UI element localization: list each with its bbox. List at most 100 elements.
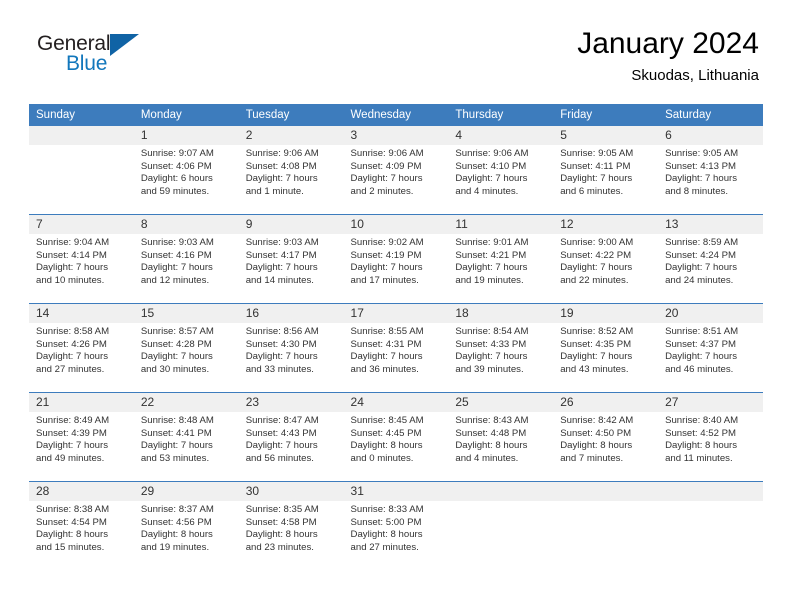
day-details: Sunrise: 9:03 AM Sunset: 4:16 PM Daylight:…	[134, 234, 239, 287]
sunrise-text: Sunrise: 9:07 AM	[140, 148, 214, 159]
sunset-text: Sunset: 4:26 PM	[36, 338, 107, 350]
calendar-cell-inner	[553, 482, 659, 570]
daylight-text-line2: and 43 minutes.	[560, 363, 629, 375]
calendar-cell-empty	[448, 481, 554, 570]
sunrise-text: Sunrise: 8:45 AM	[350, 415, 424, 426]
daylight-text-line2: and 27 minutes.	[350, 541, 419, 553]
day-details: Sunrise: 8:52 AM Sunset: 4:35 PM Daylight:…	[553, 323, 658, 376]
sunset-text: Sunset: 4:58 PM	[245, 516, 317, 528]
sunset-text: Sunset: 4:52 PM	[665, 427, 736, 439]
calendar-day-cell[interactable]: 17 Sunrise: 8:55 AM Sunset: 4:31 PM Dayligh…	[343, 303, 449, 393]
calendar-day-cell[interactable]: 5 Sunrise: 9:05 AM Sunset: 4:11 PM Daylight…	[553, 125, 659, 215]
calendar-day-cell[interactable]: 20 Sunrise: 8:51 AM Sunset: 4:37 PM Dayligh…	[658, 303, 763, 393]
sunrise-text: Sunrise: 9:06 AM	[455, 148, 529, 159]
calendar-cell-inner	[448, 482, 554, 570]
calendar-day-cell[interactable]: 23 Sunrise: 8:47 AM Sunset: 4:43 PM Dayligh…	[238, 392, 344, 482]
day-number: 16	[238, 304, 344, 323]
day-details: Sunrise: 9:06 AM Sunset: 4:10 PM Daylight:…	[448, 145, 553, 198]
sunset-text: Sunset: 4:54 PM	[36, 516, 107, 528]
weekday-header-friday: Friday	[553, 104, 659, 126]
daylight-text-line2: and 14 minutes.	[245, 274, 314, 286]
day-details: Sunrise: 9:02 AM Sunset: 4:19 PM Daylight:…	[344, 234, 449, 287]
day-number: 26	[553, 393, 659, 412]
calendar-day-cell[interactable]: 8 Sunrise: 9:03 AM Sunset: 4:16 PM Daylight…	[133, 214, 239, 304]
day-details: Sunrise: 9:06 AM Sunset: 4:09 PM Daylight:…	[344, 145, 449, 198]
calendar-day-cell[interactable]: 1 Sunrise: 9:07 AM Sunset: 4:06 PM Daylight…	[133, 125, 239, 215]
calendar-day-cell[interactable]: 13 Sunrise: 8:59 AM Sunset: 4:24 PM Dayligh…	[658, 214, 763, 304]
sunrise-text: Sunrise: 9:03 AM	[140, 237, 214, 248]
calendar-day-cell[interactable]: 28 Sunrise: 8:38 AM Sunset: 4:54 PM Dayligh…	[29, 481, 134, 570]
sunrise-text: Sunrise: 9:04 AM	[36, 237, 110, 248]
daylight-text-line1: Daylight: 7 hours	[560, 351, 633, 363]
calendar-day-cell[interactable]: 15 Sunrise: 8:57 AM Sunset: 4:28 PM Dayligh…	[133, 303, 239, 393]
calendar-day-cell[interactable]: 12 Sunrise: 9:00 AM Sunset: 4:22 PM Dayligh…	[553, 214, 659, 304]
daylight-text-line2: and 4 minutes.	[455, 185, 519, 197]
page-subtitle: Skuodas, Lithuania	[631, 67, 759, 84]
daylight-text-line1: Daylight: 7 hours	[560, 173, 633, 185]
calendar-day-cell[interactable]: 31 Sunrise: 8:33 AM Sunset: 5:00 PM Dayligh…	[343, 481, 449, 570]
calendar-day-cell[interactable]: 21 Sunrise: 8:49 AM Sunset: 4:39 PM Dayligh…	[29, 392, 134, 482]
calendar-cell-inner: 23 Sunrise: 8:47 AM Sunset: 4:43 PM Dayligh…	[238, 393, 344, 481]
calendar-day-cell[interactable]: 27 Sunrise: 8:40 AM Sunset: 4:52 PM Dayligh…	[658, 392, 763, 482]
calendar-day-cell[interactable]: 2 Sunrise: 9:06 AM Sunset: 4:08 PM Daylight…	[238, 125, 344, 215]
daylight-text-line2: and 49 minutes.	[36, 452, 105, 464]
calendar-day-cell[interactable]: 11 Sunrise: 9:01 AM Sunset: 4:21 PM Dayligh…	[448, 214, 554, 304]
sunrise-text: Sunrise: 8:57 AM	[140, 326, 214, 337]
calendar-cell-inner: 18 Sunrise: 8:54 AM Sunset: 4:33 PM Dayligh…	[448, 304, 554, 392]
calendar-day-cell[interactable]: 6 Sunrise: 9:05 AM Sunset: 4:13 PM Daylight…	[658, 125, 763, 215]
daylight-text-line1: Daylight: 8 hours	[455, 440, 528, 452]
sunrise-text: Sunrise: 8:42 AM	[560, 415, 634, 426]
calendar-day-cell[interactable]: 14 Sunrise: 8:58 AM Sunset: 4:26 PM Dayligh…	[29, 303, 134, 393]
calendar-day-cell[interactable]: 24 Sunrise: 8:45 AM Sunset: 4:45 PM Dayligh…	[343, 392, 449, 482]
daylight-text-line2: and 6 minutes.	[560, 185, 624, 197]
calendar-day-cell[interactable]: 19 Sunrise: 8:52 AM Sunset: 4:35 PM Dayligh…	[553, 303, 659, 393]
sunrise-text: Sunrise: 8:52 AM	[560, 326, 634, 337]
daylight-text-line2: and 46 minutes.	[665, 363, 734, 375]
calendar-day-cell[interactable]: 7 Sunrise: 9:04 AM Sunset: 4:14 PM Daylight…	[29, 214, 134, 304]
day-number: 31	[343, 482, 449, 501]
day-details: Sunrise: 8:55 AM Sunset: 4:31 PM Daylight:…	[344, 323, 449, 376]
daylight-text-line1: Daylight: 7 hours	[140, 262, 213, 274]
calendar-cell-inner: 9 Sunrise: 9:03 AM Sunset: 4:17 PM Daylight…	[238, 215, 344, 303]
daylight-text-line2: and 12 minutes.	[140, 274, 210, 286]
sunrise-text: Sunrise: 8:33 AM	[350, 504, 424, 515]
day-number: 19	[553, 304, 659, 323]
day-number: 23	[238, 393, 344, 412]
day-details: Sunrise: 8:38 AM Sunset: 4:54 PM Daylight:…	[29, 501, 134, 554]
calendar-cell-inner: 11 Sunrise: 9:01 AM Sunset: 4:21 PM Dayligh…	[448, 215, 554, 303]
day-details: Sunrise: 9:05 AM Sunset: 4:11 PM Daylight:…	[553, 145, 658, 198]
day-details: Sunrise: 8:54 AM Sunset: 4:33 PM Daylight:…	[448, 323, 553, 376]
day-number: 28	[29, 482, 134, 501]
calendar-cell-inner: 4 Sunrise: 9:06 AM Sunset: 4:10 PM Daylight…	[448, 126, 554, 214]
calendar-day-cell[interactable]: 30 Sunrise: 8:35 AM Sunset: 4:58 PM Dayligh…	[238, 481, 344, 570]
daylight-text-line2: and 59 minutes.	[140, 185, 210, 197]
calendar-day-cell[interactable]: 3 Sunrise: 9:06 AM Sunset: 4:09 PM Daylight…	[343, 125, 449, 215]
day-number: 27	[658, 393, 763, 412]
calendar-day-cell[interactable]: 22 Sunrise: 8:48 AM Sunset: 4:41 PM Dayligh…	[133, 392, 239, 482]
day-details: Sunrise: 8:43 AM Sunset: 4:48 PM Daylight:…	[448, 412, 553, 465]
day-details: Sunrise: 8:45 AM Sunset: 4:45 PM Daylight:…	[344, 412, 449, 465]
daylight-text-line1: Daylight: 8 hours	[560, 440, 633, 452]
calendar-cell-inner: 8 Sunrise: 9:03 AM Sunset: 4:16 PM Daylight…	[133, 215, 239, 303]
day-details: Sunrise: 9:04 AM Sunset: 4:14 PM Daylight:…	[29, 234, 134, 287]
daylight-text-line2: and 19 minutes.	[140, 541, 210, 553]
day-details: Sunrise: 8:57 AM Sunset: 4:28 PM Daylight:…	[134, 323, 239, 376]
day-number: 12	[553, 215, 659, 234]
logo-triangle-icon	[110, 34, 139, 56]
calendar-day-cell[interactable]: 10 Sunrise: 9:02 AM Sunset: 4:19 PM Dayligh…	[343, 214, 449, 304]
daylight-text-line2: and 27 minutes.	[36, 363, 105, 375]
page-header: General Blue January 2024 Skuodas, Lithu…	[29, 26, 763, 96]
calendar-day-cell[interactable]: 9 Sunrise: 9:03 AM Sunset: 4:17 PM Daylight…	[238, 214, 344, 304]
calendar-day-cell[interactable]: 18 Sunrise: 8:54 AM Sunset: 4:33 PM Dayligh…	[448, 303, 554, 393]
calendar-day-cell[interactable]: 26 Sunrise: 8:42 AM Sunset: 4:50 PM Dayligh…	[553, 392, 659, 482]
calendar-day-cell[interactable]: 16 Sunrise: 8:56 AM Sunset: 4:30 PM Dayligh…	[238, 303, 344, 393]
calendar-day-cell[interactable]: 25 Sunrise: 8:43 AM Sunset: 4:48 PM Dayligh…	[448, 392, 554, 482]
sunrise-text: Sunrise: 8:54 AM	[455, 326, 529, 337]
sunrise-text: Sunrise: 9:01 AM	[455, 237, 529, 248]
calendar-day-cell[interactable]: 29 Sunrise: 8:37 AM Sunset: 4:56 PM Dayligh…	[133, 481, 239, 570]
daylight-text-line2: and 33 minutes.	[245, 363, 314, 375]
calendar-cell-empty	[29, 125, 134, 215]
calendar-day-cell[interactable]: 4 Sunrise: 9:06 AM Sunset: 4:10 PM Daylight…	[448, 125, 554, 215]
calendar-cell-inner: 14 Sunrise: 8:58 AM Sunset: 4:26 PM Dayligh…	[29, 304, 134, 392]
day-number: 4	[448, 126, 554, 145]
